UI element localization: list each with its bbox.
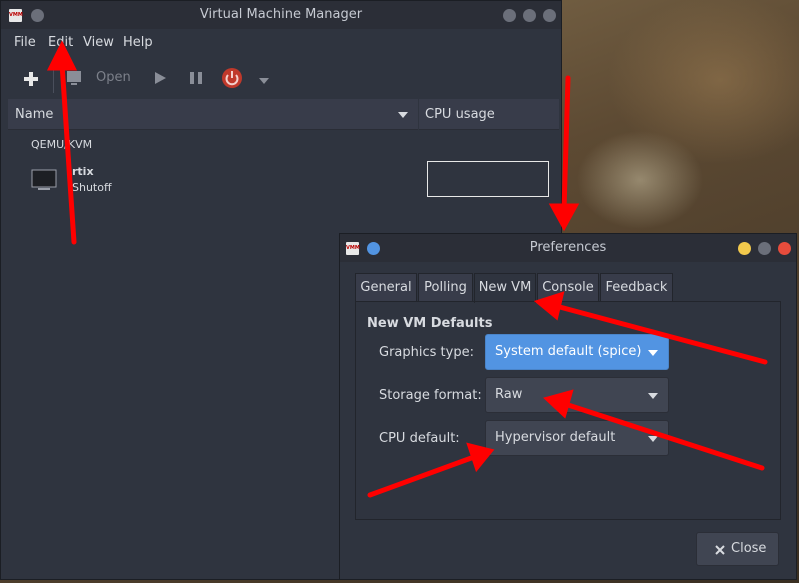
window-title: Virtual Machine Manager xyxy=(199,7,363,22)
minimize-button[interactable] xyxy=(503,9,516,22)
menu-view[interactable]: View xyxy=(83,35,114,50)
tab-new-vm[interactable]: New VM xyxy=(474,273,536,303)
shutdown-menu-button[interactable] xyxy=(258,74,270,89)
open-button[interactable]: Open xyxy=(63,67,133,91)
menu-file[interactable]: File xyxy=(14,35,36,50)
vm-row[interactable]: rtix Shutoff xyxy=(8,161,556,201)
chevron-down-icon xyxy=(648,350,658,356)
column-header-cpu[interactable]: CPU usage xyxy=(419,99,559,130)
pause-button[interactable] xyxy=(187,69,205,91)
sort-arrow-icon xyxy=(398,112,408,118)
prefs-close-button[interactable] xyxy=(778,242,791,255)
section-title: New VM Defaults xyxy=(367,316,493,331)
play-icon xyxy=(155,72,166,84)
graphics-type-label: Graphics type: xyxy=(379,345,474,360)
close-label: Close xyxy=(731,541,767,556)
menubar: File Edit View Help xyxy=(1,29,561,57)
graphics-type-combo[interactable]: System default (spice) xyxy=(485,334,669,370)
storage-format-label: Storage format: xyxy=(379,388,482,403)
close-dialog-button[interactable]: Close xyxy=(696,532,779,566)
shutdown-button[interactable] xyxy=(221,67,243,93)
cpu-default-label: CPU default: xyxy=(379,431,460,446)
column-header-name[interactable]: Name xyxy=(8,99,418,130)
column-name-label: Name xyxy=(15,107,54,122)
cpu-default-value: Hypervisor default xyxy=(495,430,616,445)
chevron-down-icon xyxy=(648,393,658,399)
power-icon xyxy=(222,68,242,88)
toolbar-separator xyxy=(53,61,54,93)
storage-format-combo[interactable]: Raw xyxy=(485,377,669,413)
prefs-maximize-button[interactable] xyxy=(758,242,771,255)
preferences-title: Preferences xyxy=(529,240,607,255)
vm-state: Shutoff xyxy=(72,181,112,194)
column-cpu-label: CPU usage xyxy=(425,107,495,122)
storage-format-value: Raw xyxy=(495,387,523,402)
pause-icon xyxy=(190,72,202,84)
close-x-icon xyxy=(715,545,725,555)
monitor-icon xyxy=(67,71,81,85)
tab-console[interactable]: Console xyxy=(537,273,599,302)
vm-name: rtix xyxy=(72,165,94,178)
close-button[interactable] xyxy=(543,9,556,22)
vm-monitor-icon xyxy=(31,169,57,190)
tab-polling[interactable]: Polling xyxy=(418,273,473,302)
chevron-down-icon xyxy=(648,436,658,442)
run-button[interactable] xyxy=(151,69,169,91)
plus-icon xyxy=(24,72,38,86)
menu-help[interactable]: Help xyxy=(123,35,153,50)
main-titlebar[interactable]: VMM Virtual Machine Manager xyxy=(1,1,561,29)
maximize-button[interactable] xyxy=(523,9,536,22)
cpu-usage-graph xyxy=(427,161,549,197)
chevron-down-icon xyxy=(259,78,269,84)
tab-general[interactable]: General xyxy=(355,273,417,302)
tab-feedback[interactable]: Feedback xyxy=(600,273,673,302)
preferences-titlebar[interactable]: VMM Preferences xyxy=(340,234,796,262)
open-label: Open xyxy=(96,70,131,85)
connection-label[interactable]: QEMU/KVM xyxy=(31,138,92,151)
menu-edit[interactable]: Edit xyxy=(48,35,73,50)
cpu-default-combo[interactable]: Hypervisor default xyxy=(485,420,669,456)
toolbar: Open xyxy=(1,57,561,99)
new-vm-button[interactable] xyxy=(19,67,43,91)
graphics-type-value: System default (spice) xyxy=(495,344,642,359)
prefs-minimize-button[interactable] xyxy=(738,242,751,255)
